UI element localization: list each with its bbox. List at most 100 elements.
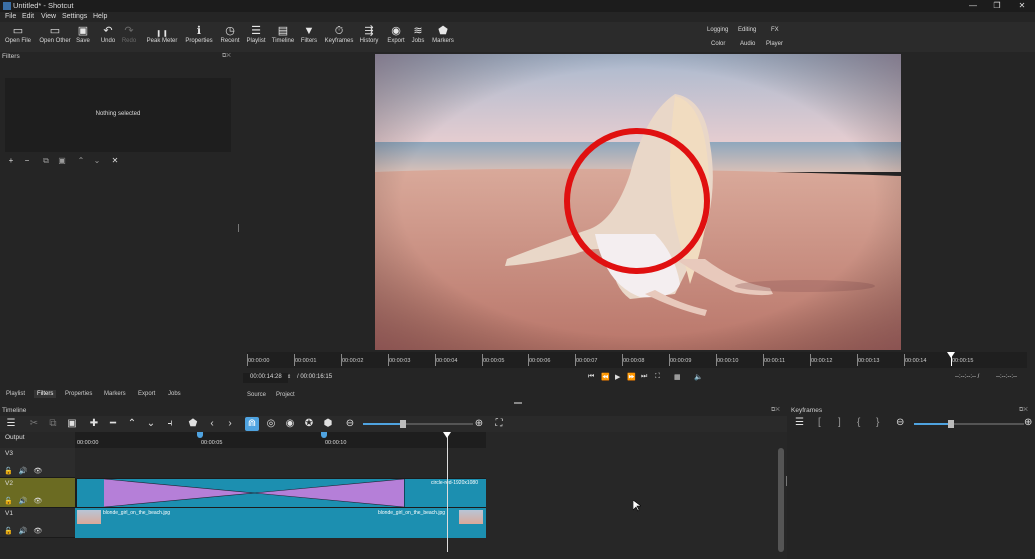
layout-player[interactable]: Player — [766, 41, 783, 47]
append-icon[interactable]: ✚ — [87, 417, 101, 431]
copy-filter-icon[interactable]: ⧉ — [41, 156, 51, 165]
lift-icon[interactable]: ⌃ — [125, 417, 139, 431]
skip-previous-icon[interactable]: ⏮ — [588, 373, 594, 381]
grid-icon[interactable]: ▦ — [674, 373, 681, 381]
keyframes-button[interactable]: ⏱ Keyframes — [324, 24, 354, 50]
splitter-handle[interactable] — [238, 224, 239, 232]
rewind-icon[interactable]: ⏪ — [601, 373, 610, 381]
open-file-button[interactable]: ▭ Open File — [4, 24, 32, 50]
play-icon[interactable]: ▶ — [615, 373, 620, 381]
ripple-all-icon[interactable]: ✪ — [302, 417, 316, 431]
move-up-icon[interactable]: ⌃ — [76, 156, 86, 165]
timeline-marker[interactable] — [321, 432, 327, 438]
snap-icon[interactable]: ⋒ — [245, 417, 259, 431]
add-marker-icon[interactable]: ⬟ — [186, 417, 200, 431]
layout-fx[interactable]: FX — [771, 27, 779, 33]
splitter-handle-horizontal[interactable] — [514, 402, 522, 404]
skip-next-icon[interactable]: ⏭ — [641, 373, 647, 381]
ripple-delete-icon[interactable]: ━ — [106, 417, 120, 431]
history-button[interactable]: ⇶ History — [358, 24, 380, 50]
paste-filter-icon[interactable]: ▣ — [57, 156, 67, 165]
maximize-button[interactable]: ❐ — [986, 0, 1008, 12]
zoom-in-icon[interactable]: ⊕ — [472, 417, 486, 431]
filters-list[interactable]: Nothing selected — [5, 78, 231, 152]
minimize-button[interactable]: — — [962, 0, 984, 12]
layout-color[interactable]: Color — [711, 41, 725, 47]
tab-properties[interactable]: Properties — [65, 391, 92, 397]
tab-jobs[interactable]: Jobs — [168, 391, 181, 397]
splitter-handle[interactable] — [786, 476, 787, 486]
keyframes-zoom-handle[interactable] — [948, 420, 954, 428]
tab-source[interactable]: Source — [247, 392, 266, 398]
move-down-icon[interactable]: ⌄ — [92, 156, 102, 165]
track-controls-icons[interactable]: 🔓🔊👁 — [4, 497, 48, 505]
layout-editing[interactable]: Editing — [738, 27, 756, 33]
zoom-icon[interactable]: ⛶ — [655, 373, 660, 381]
seek-previous-keyframe-icon[interactable]: [ — [818, 417, 821, 428]
properties-button[interactable]: ℹ Properties — [184, 24, 214, 50]
track-header-v3[interactable]: V3 🔓🔊👁 — [0, 448, 75, 478]
scrub-icon[interactable]: ◎ — [264, 417, 278, 431]
keyframe-in-icon[interactable]: { — [857, 417, 860, 428]
timeline-ruler[interactable] — [75, 432, 486, 448]
deselect-icon[interactable]: ✕ — [110, 156, 120, 165]
seek-next-keyframe-icon[interactable]: ] — [838, 417, 841, 428]
menu-settings[interactable]: Settings — [62, 13, 87, 20]
add-filter-icon[interactable]: + — [6, 156, 16, 165]
open-other-button[interactable]: ▭ Open Other — [37, 24, 73, 50]
peak-meter-button[interactable]: ╻╻ Peak Meter — [146, 24, 178, 50]
track-controls-icons[interactable]: 🔓🔊👁 — [4, 527, 48, 535]
timeline-float-close-icon[interactable]: ⧉✕ — [771, 407, 780, 414]
menu-file[interactable]: File — [5, 13, 16, 20]
position-timecode[interactable]: 00:00:14:28 — [250, 374, 282, 380]
keyframes-float-close-icon[interactable]: ⧉✕ — [1019, 407, 1028, 414]
timeline-button[interactable]: ▤ Timeline — [271, 24, 295, 50]
zoom-out-icon[interactable]: ⊖ — [343, 417, 357, 431]
tab-export[interactable]: Export — [138, 391, 155, 397]
clip-v2-head[interactable] — [77, 479, 104, 507]
tab-markers[interactable]: Markers — [104, 391, 126, 397]
redo-button[interactable]: ↷ Redo — [121, 24, 137, 50]
copy-icon[interactable]: ⧉ — [46, 417, 60, 431]
timeline-zoom-handle[interactable] — [400, 420, 406, 428]
layout-audio[interactable]: Audio — [740, 41, 755, 47]
keyframes-zoom-out-icon[interactable]: ⊖ — [896, 417, 904, 428]
jobs-button[interactable]: ≋ Jobs — [410, 24, 426, 50]
volume-icon[interactable]: 🔈 — [694, 373, 703, 381]
export-button[interactable]: ◉ Export — [385, 24, 407, 50]
position-spinner-icon[interactable]: ⇕ — [287, 374, 291, 380]
tab-filters[interactable]: Filters — [34, 390, 57, 398]
markers-button[interactable]: ⬟ Markers — [431, 24, 455, 50]
tab-project[interactable]: Project — [276, 392, 295, 398]
keyframes-menu-icon[interactable]: ☰ — [795, 417, 804, 428]
keyframes-zoom-in-icon[interactable]: ⊕ — [1024, 417, 1032, 428]
zoom-fit-icon[interactable]: ⛶ — [492, 417, 506, 431]
track-header-v1[interactable]: V1 🔓🔊👁 — [0, 508, 75, 538]
keyframe-out-icon[interactable]: } — [876, 417, 879, 428]
tab-playlist[interactable]: Playlist — [6, 391, 25, 397]
previous-marker-icon[interactable]: ‹ — [205, 417, 219, 431]
ripple-icon[interactable]: ◉ — [283, 417, 297, 431]
cut-icon[interactable]: ✂ — [27, 417, 41, 431]
save-button[interactable]: ▣ Save — [75, 24, 91, 50]
menu-edit[interactable]: Edit — [22, 13, 34, 20]
playlist-button[interactable]: ☰ Playlist — [245, 24, 267, 50]
fast-forward-icon[interactable]: ⏩ — [627, 373, 636, 381]
menu-view[interactable]: View — [41, 13, 56, 20]
timeline-playhead[interactable] — [447, 432, 448, 552]
track-header-v2[interactable]: V2 🔓🔊👁 — [0, 478, 75, 508]
paste-icon[interactable]: ▣ — [65, 417, 79, 431]
filters-button[interactable]: ▼ Filters — [299, 24, 319, 50]
panel-float-close-icon[interactable]: ⧉✕ — [222, 53, 231, 60]
layout-logging[interactable]: Logging — [707, 27, 728, 33]
timeline-menu-icon[interactable]: ☰ — [4, 417, 18, 431]
timeline-marker[interactable] — [197, 432, 203, 438]
undo-button[interactable]: ↶ Undo — [100, 24, 116, 50]
remove-filter-icon[interactable]: − — [22, 156, 32, 165]
timeline-vertical-scrollbar[interactable] — [778, 448, 784, 552]
video-viewer[interactable] — [375, 54, 901, 350]
next-marker-icon[interactable]: › — [223, 417, 237, 431]
transition-clip[interactable] — [104, 479, 404, 507]
recent-button[interactable]: ◷ Recent — [219, 24, 241, 50]
overwrite-icon[interactable]: ⌄ — [144, 417, 158, 431]
